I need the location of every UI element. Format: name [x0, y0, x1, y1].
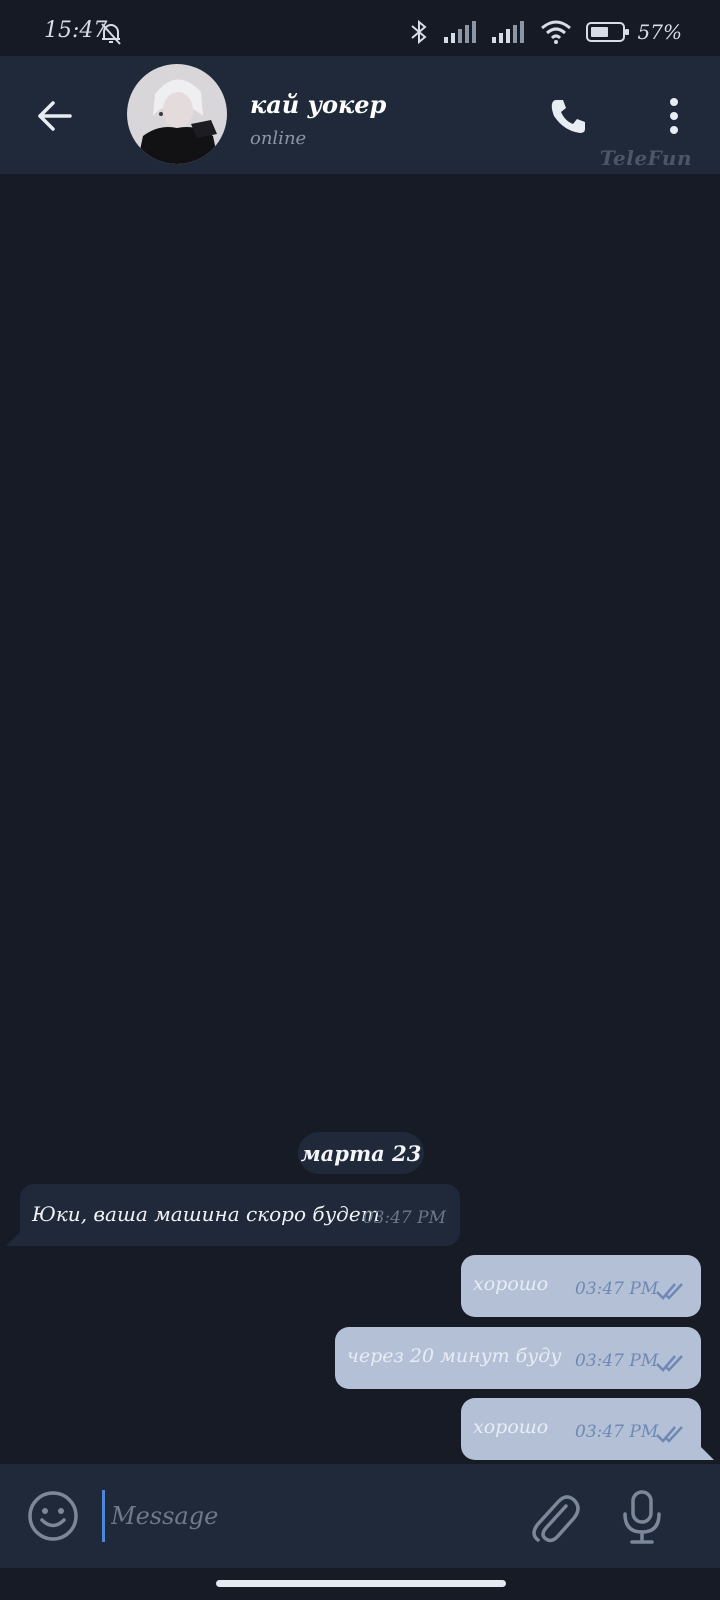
battery-percent: 57% — [637, 20, 682, 44]
avatar[interactable] — [127, 64, 227, 164]
double-check-icon — [656, 1426, 683, 1443]
message-outgoing[interactable]: хорошо 03:47 PM — [461, 1398, 701, 1460]
contact-status: online — [250, 128, 307, 149]
message-composer — [0, 1464, 720, 1568]
message-text: Юки, ваша машина скоро будет — [32, 1202, 380, 1226]
message-time: 03:47 PM — [575, 1279, 659, 1299]
bubble-tail — [698, 1444, 714, 1460]
message-outgoing[interactable]: хорошо 03:47 PM — [461, 1255, 701, 1317]
chat-header: кай уокер online TeleFun — [0, 56, 720, 174]
bubble-tail — [6, 1230, 22, 1246]
message-text: хорошо — [473, 1273, 549, 1295]
signal-icon — [444, 21, 476, 43]
avatar-image — [127, 64, 227, 164]
navigation-bar — [0, 1568, 720, 1600]
paperclip-icon[interactable] — [528, 1488, 580, 1544]
more-vertical-icon[interactable] — [664, 96, 684, 136]
message-time: 03:47 PM — [362, 1208, 446, 1228]
signal-icon-2 — [492, 21, 524, 43]
message-outgoing[interactable]: через 20 минут буду 03:47 PM — [335, 1327, 701, 1389]
phone-icon[interactable] — [546, 94, 590, 138]
message-text: через 20 минут буду — [347, 1345, 562, 1367]
message-time: 03:47 PM — [575, 1351, 659, 1371]
battery-icon — [586, 22, 629, 42]
home-indicator[interactable] — [216, 1580, 506, 1587]
bell-muted-icon — [101, 23, 121, 45]
status-bar: 15:47 57% — [0, 0, 720, 56]
date-separator: марта 23 — [298, 1132, 424, 1174]
message-time: 03:47 PM — [575, 1422, 659, 1442]
arrow-left-icon[interactable] — [32, 94, 76, 138]
message-incoming[interactable]: Юки, ваша машина скоро будет 03:47 PM — [6, 1184, 460, 1246]
double-check-icon — [656, 1283, 683, 1300]
microphone-icon[interactable] — [618, 1488, 666, 1546]
status-icons — [408, 18, 668, 46]
watermark: TeleFun — [599, 146, 692, 170]
wifi-icon — [541, 20, 571, 44]
message-text: хорошо — [473, 1416, 549, 1438]
message-input[interactable] — [102, 1490, 492, 1542]
smile-icon[interactable] — [26, 1489, 80, 1543]
double-check-icon — [656, 1355, 683, 1372]
bluetooth-icon — [411, 19, 427, 45]
contact-name: кай уокер — [250, 90, 387, 119]
